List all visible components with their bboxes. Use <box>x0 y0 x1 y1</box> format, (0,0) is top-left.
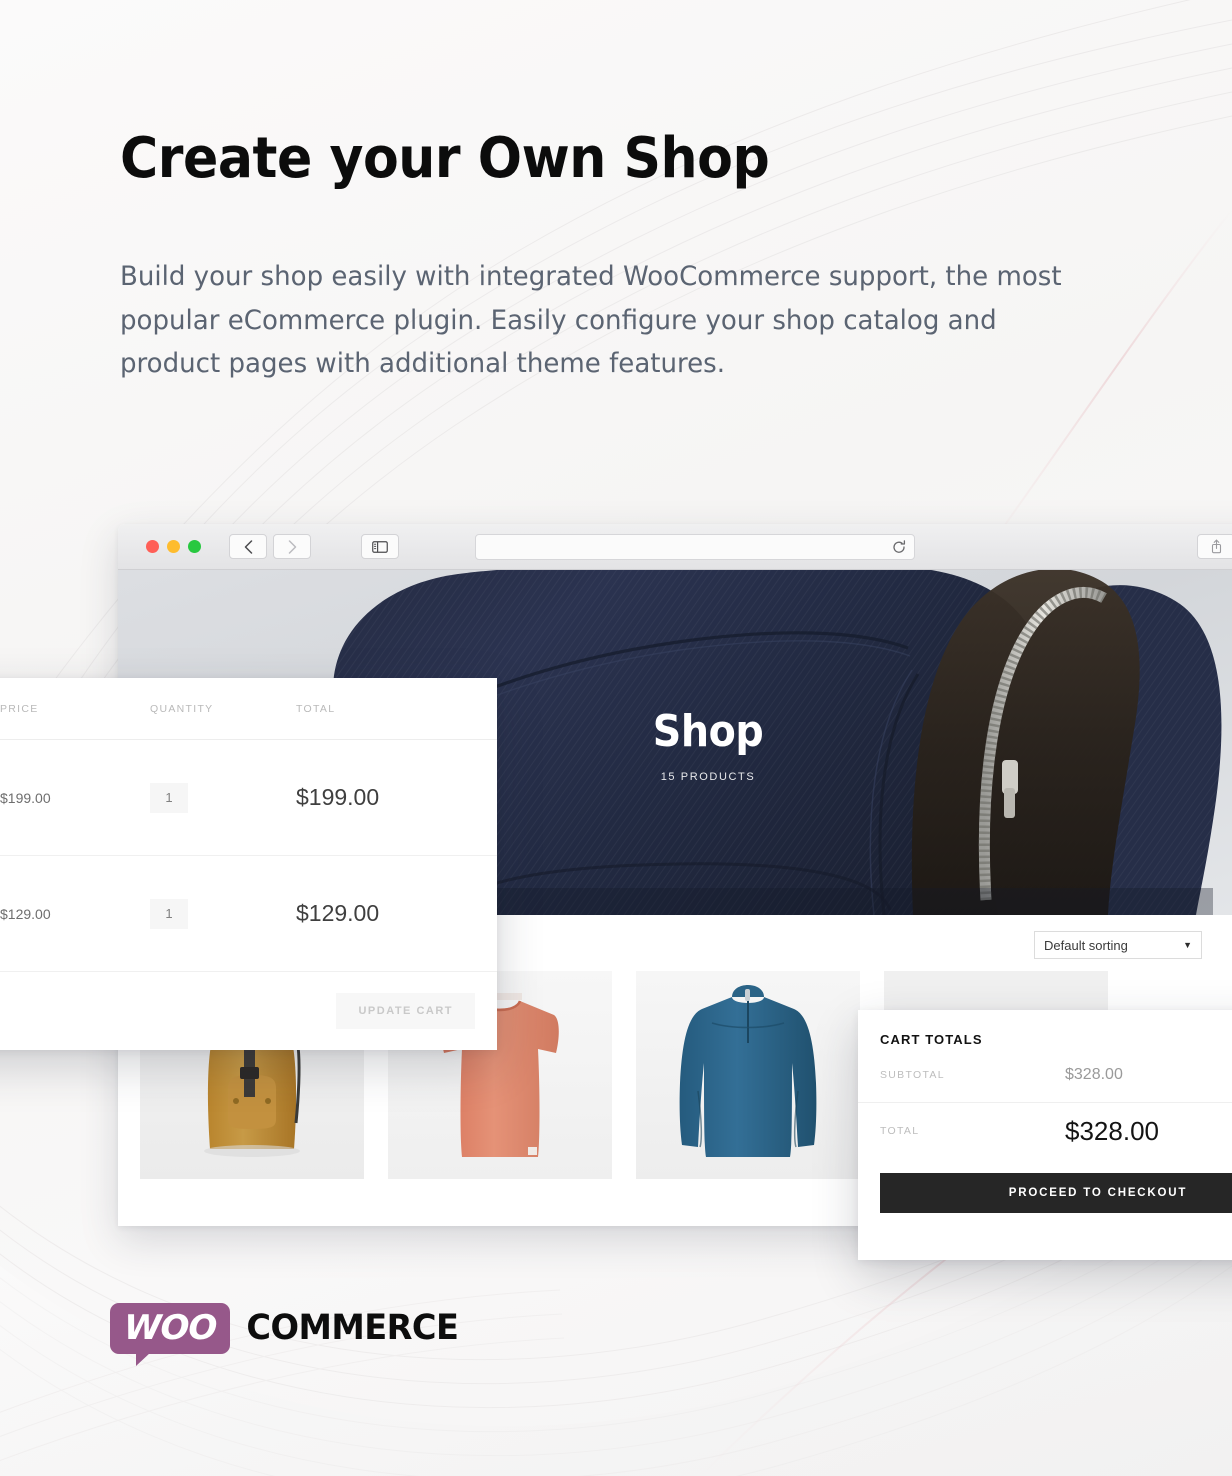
cell-quantity: 1 <box>150 898 296 929</box>
hero-description: Build your shop easily with integrated W… <box>120 260 1062 380</box>
subtotal-row: SUBTOTAL $328.00 <box>858 1047 1232 1103</box>
jacket-blue-image <box>636 971 860 1179</box>
window-traffic-lights <box>146 540 201 553</box>
woo-badge: WOO <box>110 1302 231 1366</box>
cart-totals-panel: CART TOTALS SUBTOTAL $328.00 TOTAL $328.… <box>858 1010 1232 1260</box>
sorting-select[interactable]: Default sorting ▼ <box>1034 931 1202 959</box>
subtotal-value: $328.00 <box>1065 1065 1123 1083</box>
address-bar[interactable] <box>475 533 915 560</box>
column-header-quantity: QUANTITY <box>150 702 214 715</box>
product-card-jacket[interactable] <box>636 971 860 1179</box>
table-row: $199.00 1 $199.00 <box>0 740 497 856</box>
commerce-wordmark: COMMERCE <box>246 1307 460 1348</box>
sidebar-toggle-icon <box>372 540 388 553</box>
navigation-buttons <box>229 534 311 559</box>
chevron-down-icon: ▼ <box>1183 940 1192 950</box>
hero-section: Create your Own Shop Build your shop eas… <box>120 126 1130 386</box>
proceed-to-checkout-button[interactable]: PROCEED TO CHECKOUT <box>880 1173 1232 1213</box>
cart-actions: UPDATE CART <box>0 972 497 1050</box>
chevron-left-icon <box>244 539 252 554</box>
cart-table-panel: PRICE QUANTITY TOTAL $199.00 1 $199.00 $… <box>0 678 497 1050</box>
reload-icon[interactable] <box>892 539 906 554</box>
update-cart-button[interactable]: UPDATE CART <box>336 993 475 1029</box>
page-title: Create your Own Shop <box>120 126 770 191</box>
woocommerce-logo: WOO COMMERCE <box>110 1300 463 1366</box>
cell-total: $199.00 <box>296 784 380 810</box>
column-header-price: PRICE <box>0 702 39 715</box>
column-header-total: TOTAL <box>296 702 336 715</box>
table-row: $129.00 1 $129.00 <box>0 856 497 972</box>
sorting-selected-value: Default sorting <box>1044 937 1128 953</box>
cell-price: $129.00 <box>0 905 51 922</box>
page-root: Create your Own Shop Build your shop eas… <box>0 0 1232 1476</box>
share-button[interactable] <box>1197 534 1232 559</box>
back-button[interactable] <box>229 534 267 559</box>
minimize-window-button[interactable] <box>167 540 180 553</box>
cell-price: $199.00 <box>0 789 51 806</box>
forward-button[interactable] <box>273 534 311 559</box>
quantity-stepper[interactable]: 1 <box>150 782 188 813</box>
sorting-control: Default sorting ▼ <box>1034 931 1202 959</box>
total-label: TOTAL <box>880 1125 920 1137</box>
share-icon <box>1211 539 1221 554</box>
sidebar-toggle-button[interactable] <box>361 534 399 559</box>
cell-quantity: 1 <box>150 782 296 813</box>
subtotal-label: SUBTOTAL <box>880 1068 945 1081</box>
cell-total: $129.00 <box>296 900 380 926</box>
close-window-button[interactable] <box>146 540 159 553</box>
quantity-stepper[interactable]: 1 <box>150 898 188 929</box>
total-value: $328.00 <box>1065 1115 1159 1146</box>
woo-wordmark: WOO <box>123 1307 218 1348</box>
cart-totals-title: CART TOTALS <box>880 1032 983 1047</box>
maximize-window-button[interactable] <box>188 540 201 553</box>
toolbar-right-buttons <box>1197 534 1232 559</box>
total-row: TOTAL $328.00 <box>858 1103 1232 1159</box>
browser-toolbar <box>118 524 1232 570</box>
cart-table-header: PRICE QUANTITY TOTAL <box>0 678 497 740</box>
chevron-right-icon <box>288 539 296 554</box>
